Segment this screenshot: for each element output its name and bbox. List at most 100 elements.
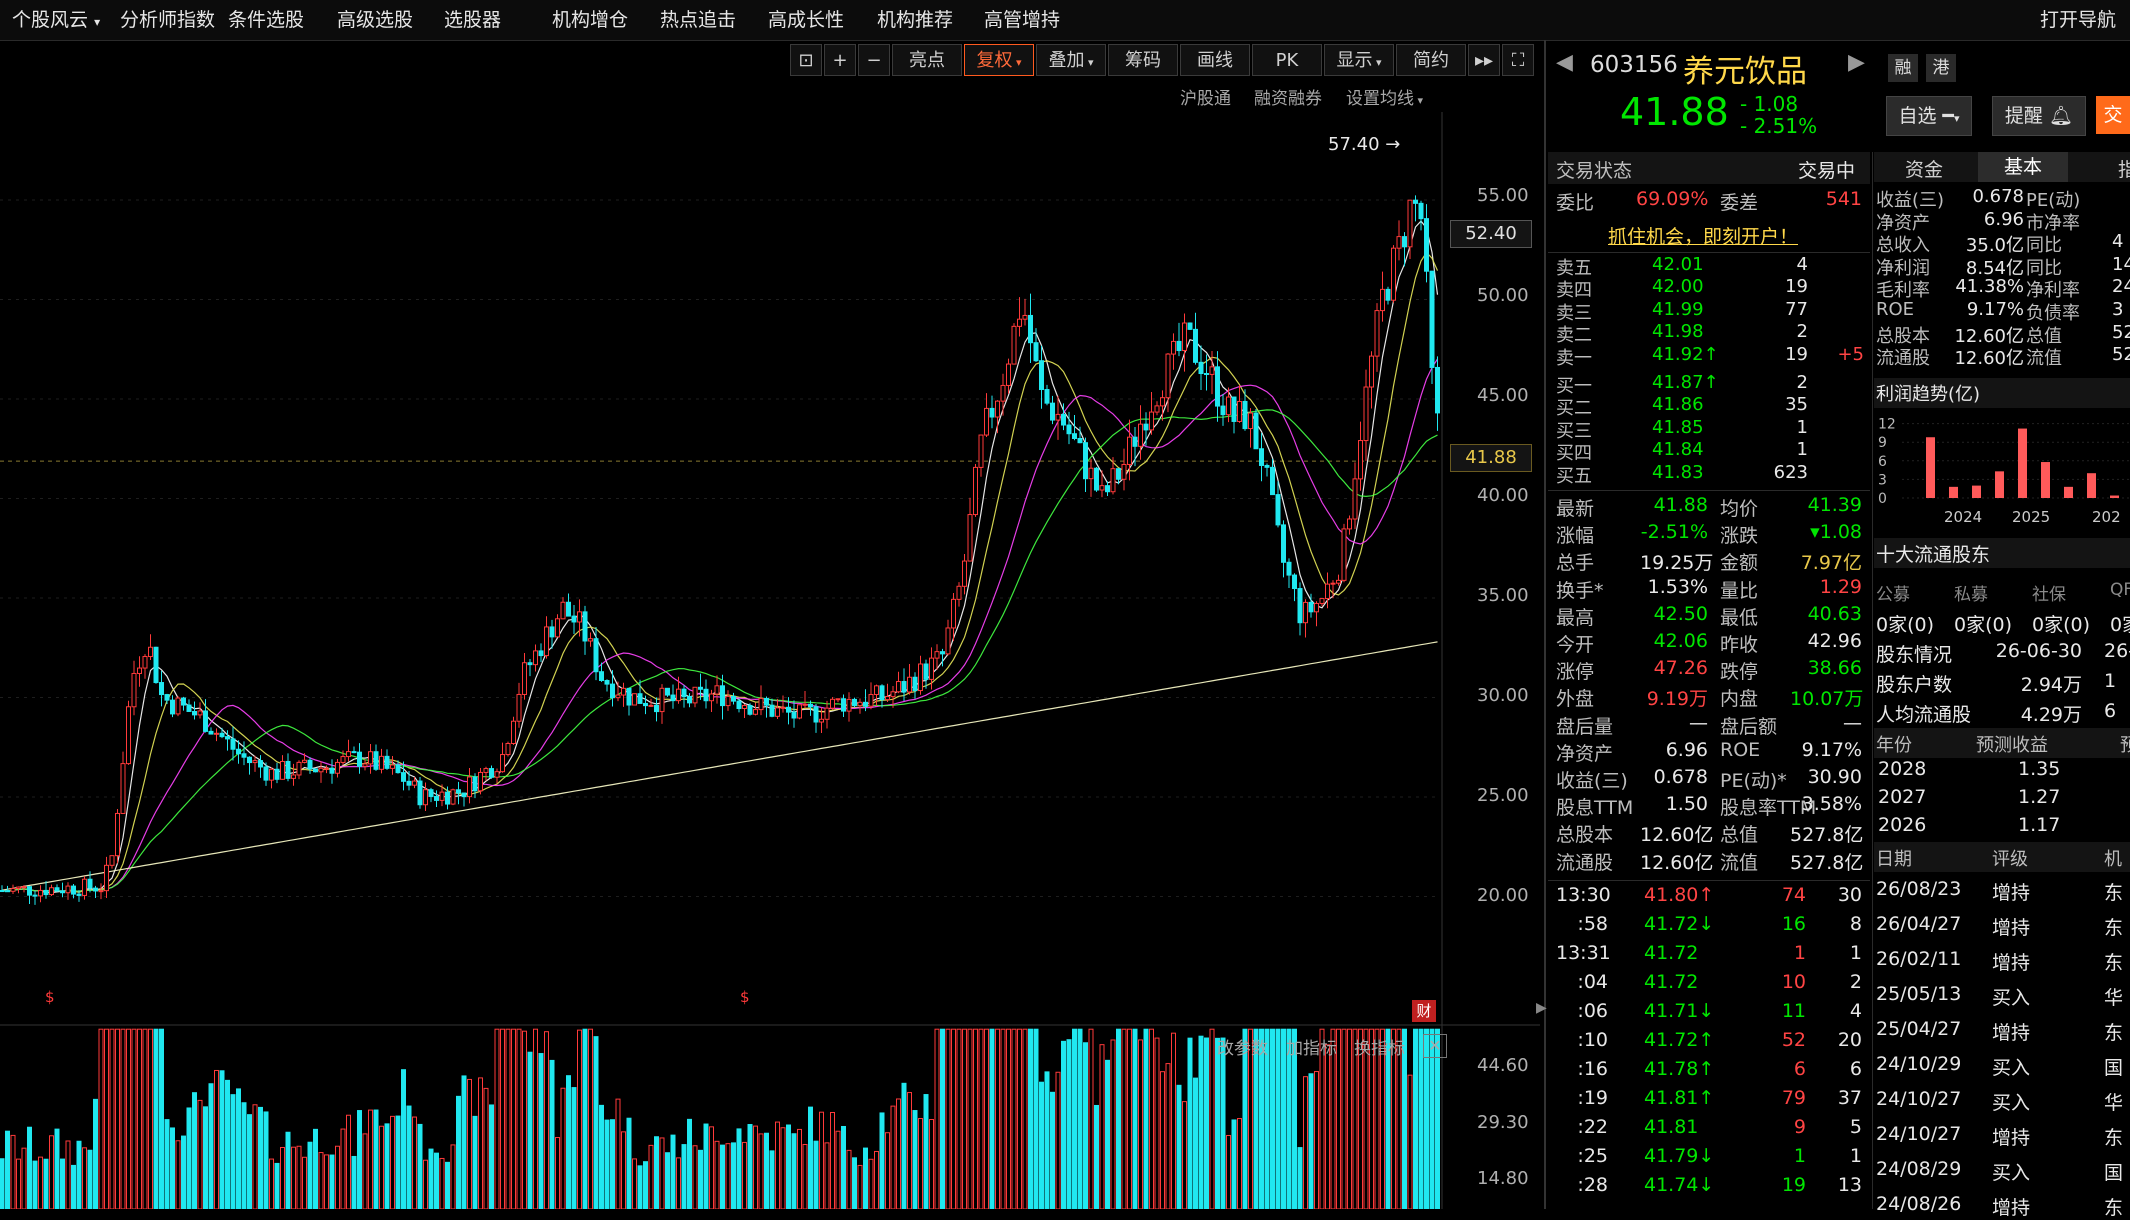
set-ma-link[interactable]: 设置均线 ▾ xyxy=(1346,84,1423,109)
zoom-out-icon[interactable]: − xyxy=(858,44,890,76)
volume-bar xyxy=(1176,1084,1182,1209)
menu-item-high-growth[interactable]: 高成长性 xyxy=(768,0,844,40)
bid-price: 41.87↑ xyxy=(1652,372,1719,393)
rating-org: 华 xyxy=(2104,1092,2124,1114)
next-stock-icon[interactable]: ▶ xyxy=(1848,50,1865,75)
margin-link[interactable]: 融资融券 xyxy=(1254,84,1322,109)
tick-count: 1 xyxy=(1849,1145,1862,1167)
forecast-header-cell: 预测收益 xyxy=(1976,735,2048,756)
chips-button[interactable]: 筹码 xyxy=(1108,44,1178,76)
forecast-year: 2026 xyxy=(1878,814,1927,836)
alert-button[interactable]: 提醒 🔔︎ xyxy=(1992,96,2086,136)
candle-body xyxy=(808,703,813,708)
holders-title: 十大流通股东 xyxy=(1876,544,1991,566)
candle-body xyxy=(1077,437,1083,444)
candle-body xyxy=(907,676,912,693)
candle-body xyxy=(1116,468,1121,480)
pk-button[interactable]: PK xyxy=(1252,44,1322,76)
tab-index[interactable]: 指 xyxy=(2118,155,2130,182)
fullscreen-icon[interactable]: ⛶ xyxy=(1502,44,1534,76)
prev-stock-icon[interactable]: ◀ xyxy=(1556,50,1573,75)
quote-value: 10.07万 xyxy=(1790,688,1864,711)
watchlist-button[interactable]: 自选 ━▾ xyxy=(1886,96,1972,136)
forecast-eps: 1.17 xyxy=(2018,814,2061,836)
quote-value: 527.8亿 xyxy=(1790,824,1864,847)
candle-body xyxy=(406,780,412,786)
menu-item-inst-recommend[interactable]: 机构推荐 xyxy=(877,0,953,40)
candle-body xyxy=(263,766,269,781)
candle-body xyxy=(461,792,467,798)
volume-bar xyxy=(324,1154,329,1209)
simple-button[interactable]: 简约 xyxy=(1396,44,1466,76)
add-indicator-link[interactable]: 加指标 xyxy=(1286,1034,1337,1059)
candle-body xyxy=(698,686,703,690)
volume-bar xyxy=(868,1158,874,1209)
menu-item-inst-increase[interactable]: 机构增仓 xyxy=(552,0,628,40)
tick-time: 13:31 xyxy=(1556,942,1611,964)
candle-body xyxy=(1154,405,1160,413)
candle-body xyxy=(258,760,263,768)
trade-button[interactable]: 交 xyxy=(2096,96,2130,134)
candle-body xyxy=(1055,413,1061,421)
open-account-link[interactable]: 抓住机会，即刻开户！ xyxy=(1608,222,1798,249)
menu-item-stock-picker[interactable]: 选股器 xyxy=(444,0,501,40)
collapse-arrow-icon[interactable]: ▶ xyxy=(1536,1000,1547,1016)
high-marker: 57.40 → xyxy=(1328,134,1401,155)
candle-body xyxy=(830,698,835,709)
ask-change: +5 xyxy=(1837,343,1864,365)
candle-body xyxy=(434,795,439,801)
switch-indicator-link[interactable]: 换指标 xyxy=(1354,1034,1405,1059)
volume-bar xyxy=(1193,1077,1198,1209)
margin-badge[interactable]: 融 xyxy=(1888,54,1918,82)
candle-body xyxy=(929,657,934,680)
rating-date: 25/04/27 xyxy=(1876,1018,1962,1040)
menu-item-condition-pick[interactable]: 条件选股 xyxy=(228,0,304,40)
volume-bar xyxy=(934,1028,940,1209)
rating-org: 东 xyxy=(2104,952,2124,974)
forward-icon[interactable]: ▸▸ xyxy=(1468,44,1500,76)
close-icon[interactable]: ✕ xyxy=(1423,1034,1447,1058)
rating-date: 24/08/26 xyxy=(1876,1193,1962,1215)
zoom-in-icon[interactable]: + xyxy=(824,44,856,76)
quote-value: ▾1.08 xyxy=(1810,521,1862,544)
candle-body xyxy=(395,764,401,774)
display-button[interactable]: 显示 ▾ xyxy=(1324,44,1394,76)
lock-icon[interactable]: ⊡ xyxy=(790,44,822,76)
menu-item-exec-increase[interactable]: 高管增持 xyxy=(984,0,1060,40)
rating-date: 24/10/27 xyxy=(1876,1088,1962,1110)
candle-body xyxy=(1160,397,1165,407)
candle-body xyxy=(962,560,967,587)
volume-bar xyxy=(1407,1074,1413,1209)
candle-body xyxy=(115,812,120,857)
overlay-button[interactable]: 叠加 ▾ xyxy=(1036,44,1106,76)
tick-price: 41.72 xyxy=(1644,971,1699,993)
trend-bar xyxy=(2041,462,2050,498)
adjust-button[interactable]: 复权 ▾ xyxy=(964,44,1034,76)
candle-body xyxy=(1088,467,1094,480)
candle-body xyxy=(16,886,21,890)
quote-value: 9.19万 xyxy=(1646,688,1708,711)
tick-price: 41.78↑ xyxy=(1644,1058,1715,1080)
candle-body xyxy=(1209,366,1215,375)
volume-bar xyxy=(1160,1071,1165,1209)
highlight-button[interactable]: 亮点 xyxy=(892,44,962,76)
quote-label: 收益(三) xyxy=(1556,770,1628,792)
menu-item-stock-news[interactable]: 个股风云 ▾ xyxy=(12,0,100,40)
menu-item-hot-topics[interactable]: 热点追击 xyxy=(660,0,736,40)
stock-name: 养元饮品 xyxy=(1683,54,1807,90)
hk-badge[interactable]: 港 xyxy=(1926,54,1956,82)
open-nav-button[interactable]: 打开导航 xyxy=(2040,0,2116,40)
edit-params-link[interactable]: 改参数 xyxy=(1217,1034,1268,1059)
candle-body xyxy=(241,753,247,758)
volume-bar xyxy=(428,1148,434,1209)
candle-body xyxy=(555,618,560,638)
hk-connect-link[interactable]: 沪股通 xyxy=(1180,84,1231,109)
menu-item-advanced-pick[interactable]: 高级选股 xyxy=(337,0,413,40)
finance-icon[interactable]: 财 xyxy=(1412,1000,1436,1022)
volume-bar xyxy=(219,1070,225,1209)
menu-item-analyst-index[interactable]: 分析师指数 xyxy=(120,0,215,40)
tab-basic[interactable]: 基本 xyxy=(1978,152,2068,182)
tab-funds[interactable]: 资金 xyxy=(1905,155,1943,182)
tick-count: 2 xyxy=(1849,971,1862,993)
draw-line-button[interactable]: 画线 xyxy=(1180,44,1250,76)
